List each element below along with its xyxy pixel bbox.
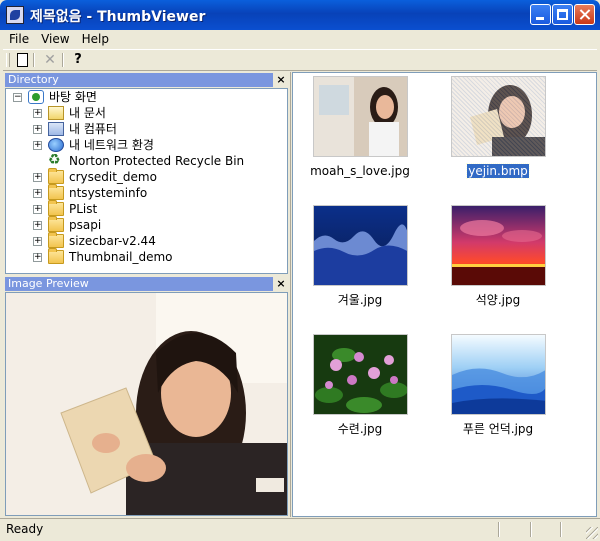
tree-item[interactable]: Norton Protected Recycle Bin	[6, 152, 287, 169]
thumbnail-image[interactable]	[451, 334, 546, 415]
app-icon[interactable]	[6, 6, 24, 24]
tree-item[interactable]: + 내 컴퓨터	[6, 121, 287, 137]
network-icon	[48, 138, 64, 152]
toolbar: ✕ ?	[3, 49, 597, 71]
status-bar: Ready	[0, 518, 600, 541]
menu-file[interactable]: File	[3, 30, 35, 47]
folder-icon	[48, 200, 64, 216]
menu-bar: File View Help	[3, 30, 597, 48]
tree-item-label: 바탕 화면	[49, 90, 97, 104]
thumbnail-view[interactable]: moah_s_love.jpg yejin.bmp 겨울.jpg 석양.jpg …	[292, 72, 597, 517]
expand-icon[interactable]: +	[33, 109, 42, 118]
preview-image	[6, 293, 287, 515]
close-button[interactable]	[574, 4, 595, 25]
tree-item[interactable]: − 바탕 화면	[6, 89, 287, 105]
new-document-icon[interactable]	[13, 52, 31, 68]
desktop-icon	[28, 90, 44, 104]
expand-icon[interactable]: +	[33, 141, 42, 150]
expand-icon[interactable]: +	[33, 221, 42, 230]
toolbar-separator	[33, 53, 35, 67]
minimize-button[interactable]	[530, 4, 551, 25]
recycle-bin-icon	[48, 152, 64, 168]
thumbnail-label[interactable]: moah_s_love.jpg	[295, 164, 425, 178]
thumbnail-label-text: yejin.bmp	[466, 163, 530, 179]
folder-icon	[48, 248, 64, 264]
tree-item[interactable]: + Thumbnail_demo	[6, 248, 287, 265]
expand-icon[interactable]: +	[33, 205, 42, 214]
thumbnail-label[interactable]: yejin.bmp	[433, 163, 563, 179]
thumbnail-image[interactable]	[451, 205, 546, 286]
tree-item-label: 내 컴퓨터	[69, 122, 117, 136]
thumbnail-label[interactable]: 수련.jpg	[295, 422, 425, 436]
tree-item-label: sizecbar-v2.44	[69, 234, 156, 248]
tree-item-label: PList	[69, 202, 98, 216]
tree-item[interactable]: + 내 문서	[6, 105, 287, 121]
title-bar: 제목없음 - ThumbViewer	[0, 0, 600, 30]
thumbnail-label-text: moah_s_love.jpg	[310, 164, 410, 178]
folder-icon	[48, 184, 64, 200]
preview-close-icon[interactable]: ×	[274, 277, 288, 291]
menu-view[interactable]: View	[35, 30, 75, 47]
status-text: Ready	[6, 522, 44, 536]
my-computer-icon	[48, 122, 64, 136]
tree-item-label: 내 네트워크 환경	[69, 138, 154, 152]
my-documents-icon	[48, 106, 64, 120]
tree-item-label: 내 문서	[69, 106, 106, 120]
preview-panel-title: Image Preview	[5, 277, 273, 291]
thumbnail-label[interactable]: 푸른 언덕.jpg	[433, 422, 563, 436]
tree-item[interactable]: + 내 네트워크 환경	[6, 137, 287, 153]
status-pane	[530, 522, 532, 537]
resize-grip[interactable]	[586, 527, 598, 539]
thumbnail-label[interactable]: 겨울.jpg	[295, 293, 425, 307]
thumbnail-label[interactable]: 석양.jpg	[433, 293, 563, 307]
maximize-button[interactable]	[552, 4, 573, 25]
thumbnail-image[interactable]	[451, 76, 546, 157]
tree-item[interactable]: + ntsysteminfo	[6, 184, 287, 201]
delete-icon[interactable]: ✕	[41, 52, 59, 68]
tree-item-label: crysedit_demo	[69, 170, 157, 184]
status-pane	[498, 522, 500, 537]
tree-item[interactable]: + crysedit_demo	[6, 168, 287, 185]
image-preview	[5, 292, 288, 516]
tree-item[interactable]: + sizecbar-v2.44	[6, 232, 287, 249]
thumbnail-label-text: 푸른 언덕.jpg	[462, 422, 534, 436]
expand-icon[interactable]: +	[33, 253, 42, 262]
tree-item-label: psapi	[69, 218, 102, 232]
thumbnail-image[interactable]	[313, 205, 408, 286]
tree-item[interactable]: + psapi	[6, 216, 287, 233]
tree-item-label: Norton Protected Recycle Bin	[69, 154, 245, 168]
tree-item-label: ntsysteminfo	[69, 186, 148, 200]
menu-help[interactable]: Help	[76, 30, 115, 47]
status-pane	[560, 522, 562, 537]
expand-icon[interactable]: +	[33, 237, 42, 246]
tree-item-label: Thumbnail_demo	[69, 250, 173, 264]
window-title: 제목없음 - ThumbViewer	[30, 9, 206, 25]
directory-tree[interactable]: − 바탕 화면 + 내 문서 + 내 컴퓨터 + 내 네트워크 환경 Norto…	[5, 88, 288, 274]
toolbar-separator	[62, 53, 64, 67]
directory-close-icon[interactable]: ×	[274, 73, 288, 87]
directory-panel-title: Directory	[5, 73, 273, 87]
collapse-icon[interactable]: −	[13, 93, 22, 102]
expand-icon[interactable]: +	[33, 125, 42, 134]
thumbnail-label-text: 수련.jpg	[337, 422, 383, 436]
thumbnail-image[interactable]	[313, 76, 408, 157]
toolbar-grip[interactable]	[6, 53, 10, 67]
thumbnail-label-text: 석양.jpg	[475, 293, 521, 307]
folder-icon	[48, 168, 64, 184]
expand-icon[interactable]: +	[33, 173, 42, 182]
thumbnail-image[interactable]	[313, 334, 408, 415]
tree-item[interactable]: + PList	[6, 200, 287, 217]
folder-icon	[48, 232, 64, 248]
left-pane: Directory × − 바탕 화면 + 내 문서 + 내 컴퓨터 + 내 네…	[3, 72, 290, 517]
folder-icon	[48, 216, 64, 232]
expand-icon[interactable]: +	[33, 189, 42, 198]
thumbnail-label-text: 겨울.jpg	[337, 293, 383, 307]
help-icon[interactable]: ?	[69, 52, 87, 68]
